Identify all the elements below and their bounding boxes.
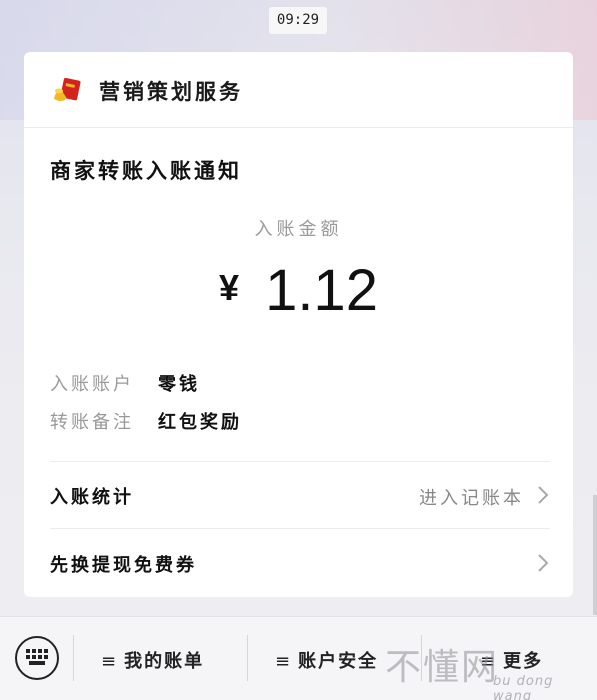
row-label: 先换提现免费券: [50, 555, 197, 576]
amount-display: ¥1.12: [24, 257, 573, 324]
notification-card: 营销策划服务 商家转账入账通知 入账金额 ¥1.12 入账账户 零钱 转账备注 …: [24, 52, 573, 597]
row-link-text: 进入记账本: [419, 488, 524, 509]
divider: [50, 528, 550, 529]
notice-title: 商家转账入账通知: [50, 159, 242, 183]
menu-label: 更多: [503, 651, 544, 672]
service-header[interactable]: 营销策划服务: [24, 52, 573, 128]
row-income-stats[interactable]: 入账统计 进入记账本: [50, 465, 550, 525]
detail-key: 入账账户: [50, 374, 134, 395]
currency-symbol: ¥: [219, 267, 240, 308]
chevron-right-icon: [538, 554, 549, 572]
amount-value: 1.12: [265, 258, 378, 323]
divider: [50, 461, 550, 462]
menu-my-bills[interactable]: ≡ 我的账单: [101, 647, 204, 673]
scrollbar[interactable]: [593, 495, 597, 615]
row-withdraw-coupon[interactable]: 先换提现免费券: [50, 533, 550, 593]
detail-key: 转账备注: [50, 412, 134, 433]
keyboard-button[interactable]: [15, 636, 59, 680]
detail-value: 零钱: [158, 374, 200, 395]
menu-separator: [73, 635, 74, 681]
chevron-right-icon: [538, 486, 549, 504]
keyboard-icon: [26, 649, 48, 665]
menu-label: 账户安全: [298, 651, 379, 672]
menu-lines-icon: ≡: [275, 651, 293, 672]
bottom-menu-bar: ≡ 我的账单 ≡ 账户安全 ≡ 更多: [0, 616, 597, 700]
amount-label: 入账金额: [254, 219, 343, 240]
detail-value: 红包奖励: [158, 412, 242, 433]
menu-lines-icon: ≡: [101, 651, 119, 672]
menu-label: 我的账单: [124, 651, 205, 672]
menu-more[interactable]: ≡ 更多: [480, 647, 543, 673]
menu-separator: [247, 635, 248, 681]
menu-separator: [421, 635, 422, 681]
status-time: 09:29: [269, 7, 327, 34]
row-label: 入账统计: [50, 487, 134, 508]
menu-lines-icon: ≡: [480, 651, 498, 672]
service-name: 营销策划服务: [99, 80, 243, 104]
menu-account-security[interactable]: ≡ 账户安全: [275, 647, 378, 673]
red-envelope-icon: [54, 78, 81, 101]
